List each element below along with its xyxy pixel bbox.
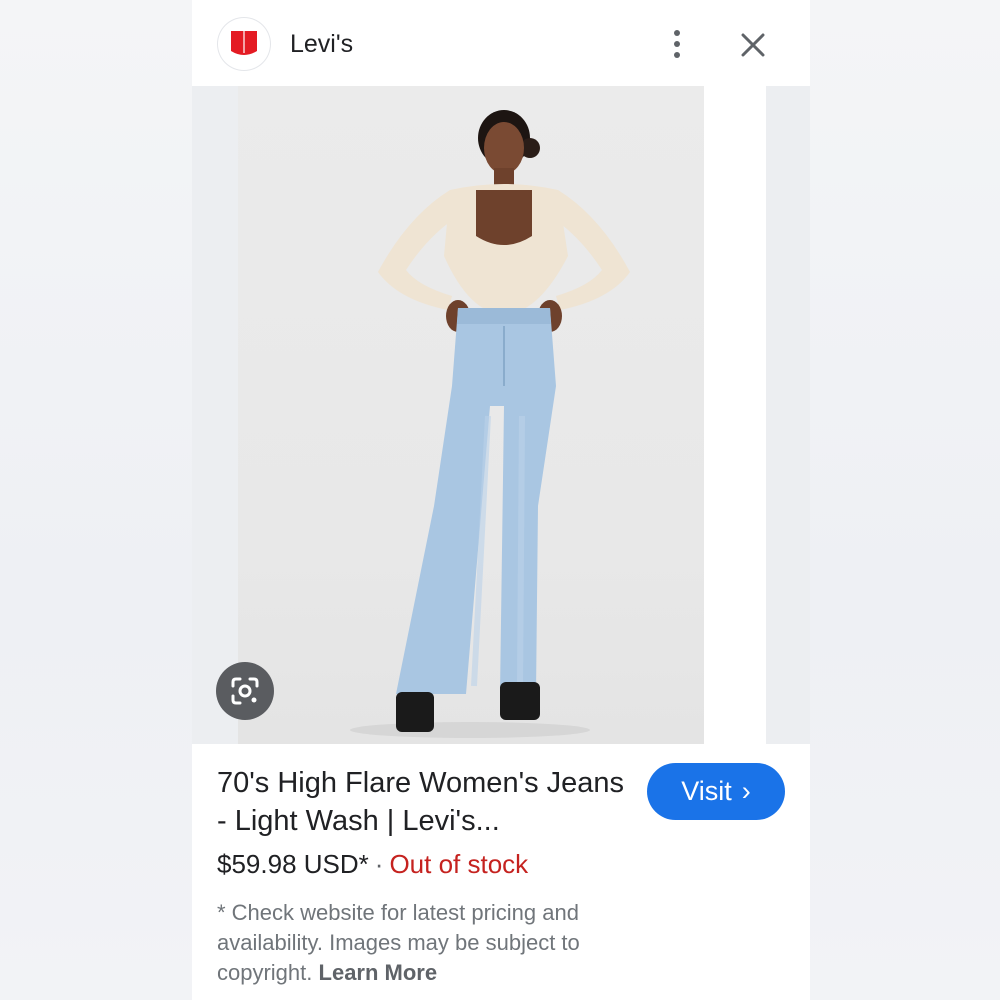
lens-search-button[interactable] [216, 662, 274, 720]
product-title[interactable]: 70's High Flare Women's Jeans - Light Wa… [217, 764, 637, 840]
background-right [810, 0, 1000, 1000]
price-line: $59.98 USD* · Out of stock [217, 849, 528, 880]
source-logo[interactable] [218, 18, 270, 70]
image-detail-panel: Levi's 70's High Flare Women's Jeans - L… [192, 0, 810, 1000]
price-separator: · [374, 849, 384, 879]
image-viewer [192, 86, 810, 744]
price: $59.98 USD* [217, 849, 369, 879]
disclaimer: * Check website for latest pricing and a… [217, 898, 637, 988]
next-image-peek[interactable] [766, 86, 810, 744]
visit-label: Visit [681, 776, 732, 806]
previous-image-peek[interactable] [192, 86, 238, 744]
product-image[interactable] [238, 86, 704, 744]
visit-button[interactable]: Visit › [647, 763, 785, 820]
model-in-jeans-illustration [350, 110, 630, 738]
more-options-button[interactable] [662, 26, 692, 62]
more-vert-icon [674, 30, 680, 36]
background-left [0, 0, 192, 1000]
close-icon [741, 33, 765, 57]
learn-more-link[interactable]: Learn More [319, 960, 438, 985]
source-name[interactable]: Levi's [290, 30, 353, 59]
chevron-right-icon: › [741, 776, 751, 806]
google-lens-icon [231, 677, 259, 705]
stock-status: Out of stock [389, 849, 529, 879]
panel-header: Levi's [192, 0, 810, 86]
levis-logo-icon [231, 31, 257, 55]
close-button[interactable] [736, 28, 770, 62]
